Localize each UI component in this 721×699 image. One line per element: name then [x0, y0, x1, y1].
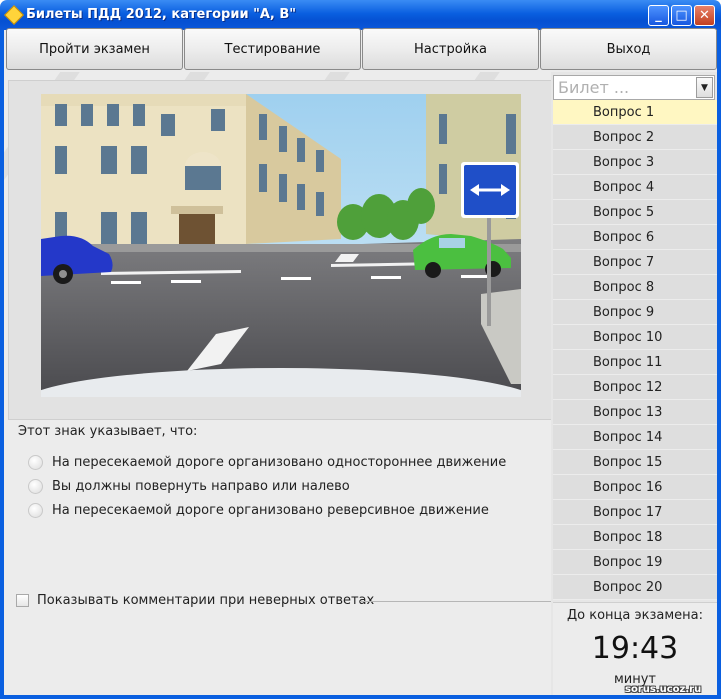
question-list-item[interactable]: Вопрос 14 — [553, 425, 717, 450]
question-list-item[interactable]: Вопрос 20 — [553, 575, 717, 600]
answer-label: На пересекаемой дороге организовано реве… — [52, 502, 489, 518]
question-text: Этот знак указывает, что: — [18, 424, 198, 439]
question-list-item[interactable]: Вопрос 17 — [553, 500, 717, 525]
minimize-button[interactable]: _ — [648, 5, 669, 26]
ticket-select[interactable]: Билет ... ▼ — [553, 75, 715, 100]
question-photo — [41, 94, 521, 397]
radio-button[interactable] — [28, 454, 43, 470]
show-comments-label: Показывать комментарии при неверных отве… — [37, 593, 375, 608]
radio-button[interactable] — [28, 502, 43, 518]
menu-settings-button[interactable]: Настройка — [362, 28, 539, 70]
window-frame: Пройти экзамен Тестирование Настройка Вы… — [0, 28, 721, 699]
question-list-item[interactable]: Вопрос 10 — [553, 325, 717, 350]
answer-label: Вы должны повернуть направо или налево — [52, 478, 350, 494]
question-list-item[interactable]: Вопрос 18 — [553, 525, 717, 550]
question-list-item[interactable]: Вопрос 11 — [553, 350, 717, 375]
question-list-item[interactable]: Вопрос 9 — [553, 300, 717, 325]
menu-exit-button[interactable]: Выход — [540, 28, 717, 70]
ticket-select-placeholder: Билет ... — [558, 78, 630, 97]
question-list-item[interactable]: Вопрос 12 — [553, 375, 717, 400]
question-list-item[interactable]: Вопрос 3 — [553, 150, 717, 175]
answer-option-3[interactable]: На пересекаемой дороге организовано реве… — [28, 500, 489, 520]
question-list-item[interactable]: Вопрос 19 — [553, 550, 717, 575]
question-list-item[interactable]: Вопрос 1 — [553, 100, 717, 125]
title-bar: Билеты ПДД 2012, категории "А, В" _ □ ✕ — [0, 0, 721, 30]
menu-testing-button[interactable]: Тестирование — [184, 28, 361, 70]
window-title: Билеты ПДД 2012, категории "А, В" — [26, 7, 297, 22]
app-icon — [4, 5, 24, 25]
question-list-item[interactable]: Вопрос 5 — [553, 200, 717, 225]
question-list-item[interactable]: Вопрос 8 — [553, 275, 717, 300]
question-list: Вопрос 1 Вопрос 2 Вопрос 3 Вопрос 4 Вопрос 5… — [553, 100, 717, 600]
chevron-down-icon[interactable]: ▼ — [696, 77, 713, 98]
exam-timer: До конца экзамена: 19:43 минут — [553, 602, 717, 695]
question-list-item[interactable]: Вопрос 2 — [553, 125, 717, 150]
show-comments-checkbox[interactable] — [16, 594, 29, 607]
question-list-item[interactable]: Вопрос 7 — [553, 250, 717, 275]
answer-option-1[interactable]: На пересекаемой дороге организовано одно… — [28, 452, 506, 472]
question-list-item[interactable]: Вопрос 6 — [553, 225, 717, 250]
right-panel: Билет ... ▼ Вопрос 1 Вопрос 2 Вопрос 3 Вопр… — [551, 72, 717, 695]
photo-frame — [8, 80, 551, 420]
question-content: Этот знак указывает, что: На пересекаемо… — [4, 72, 551, 695]
timer-label: До конца экзамена: — [566, 608, 703, 623]
menu-exam-button[interactable]: Пройти экзамен — [6, 28, 183, 70]
site-watermark: sorus.ucoz.ru — [625, 684, 702, 695]
question-list-item[interactable]: Вопрос 4 — [553, 175, 717, 200]
question-list-item[interactable]: Вопрос 16 — [553, 475, 717, 500]
answer-option-2[interactable]: Вы должны повернуть направо или налево — [28, 476, 350, 496]
radio-button[interactable] — [28, 478, 43, 494]
menu-bar: Пройти экзамен Тестирование Настройка Вы… — [4, 28, 717, 71]
answer-label: На пересекаемой дороге организовано одно… — [52, 454, 507, 470]
divider — [360, 601, 551, 602]
maximize-button[interactable]: □ — [671, 5, 692, 26]
timer-value: 19:43 — [591, 631, 679, 666]
question-list-item[interactable]: Вопрос 13 — [553, 400, 717, 425]
show-comments-option[interactable]: Показывать комментарии при неверных отве… — [16, 593, 374, 608]
question-list-item[interactable]: Вопрос 15 — [553, 450, 717, 475]
close-button[interactable]: ✕ — [694, 5, 715, 26]
